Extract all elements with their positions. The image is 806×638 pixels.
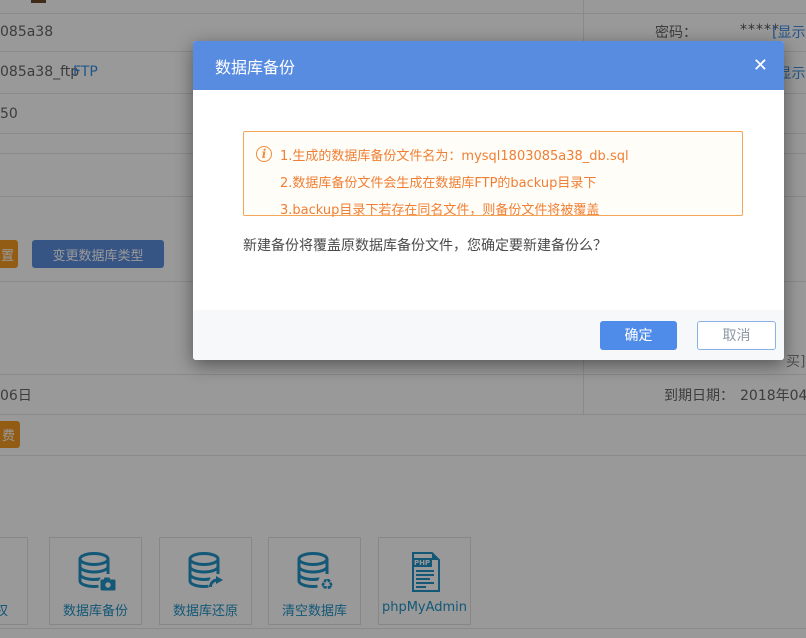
- backup-info-box: i 1.生成的数据库备份文件名为：mysql1803085a38_db.sql …: [243, 131, 743, 216]
- info-line-3: 3.backup目录下若存在同名文件，则备份文件将被覆盖: [280, 197, 732, 224]
- dialog-header: 数据库备份 ✕: [193, 41, 784, 90]
- cancel-button-label: 取消: [723, 325, 751, 345]
- info-line-2: 2.数据库备份文件会生成在数据库FTP的backup目录下: [280, 170, 732, 197]
- ok-button[interactable]: 确定: [600, 321, 677, 350]
- ok-button-label: 确定: [625, 325, 653, 345]
- dialog-footer: 确定 取消: [193, 310, 784, 360]
- database-backup-dialog: 数据库备份 ✕ i 1.生成的数据库备份文件名为：mysql1803085a38…: [193, 41, 784, 360]
- info-icon: i: [256, 146, 272, 162]
- close-icon[interactable]: ✕: [753, 57, 768, 75]
- dialog-title: 数据库备份: [215, 54, 295, 78]
- cancel-button[interactable]: 取消: [697, 321, 776, 350]
- confirm-message: 新建备份将覆盖原数据库备份文件，您确定要新建备份么？: [243, 235, 607, 255]
- info-line-1: 1.生成的数据库备份文件名为：mysql1803085a38_db.sql: [280, 143, 732, 170]
